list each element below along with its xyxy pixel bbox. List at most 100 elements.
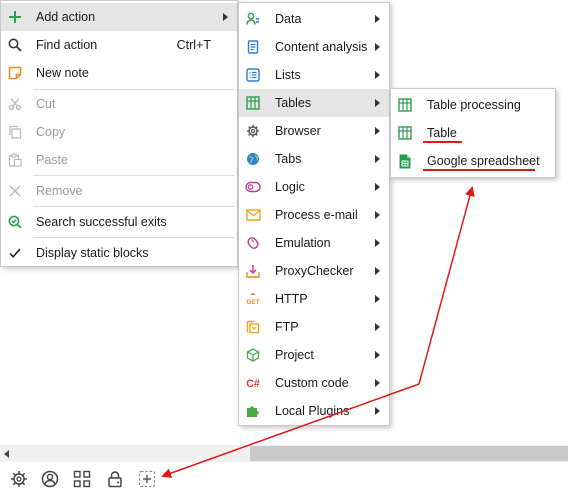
submenu-label: Content analysis xyxy=(275,40,368,54)
submenu-item-http[interactable]: GET HTTP xyxy=(239,285,389,313)
profile-button[interactable] xyxy=(40,470,60,490)
dashed-plus-icon xyxy=(138,470,156,491)
submenu-item-content-analysis[interactable]: Content analysis xyxy=(239,33,389,61)
new-note-item[interactable]: New note xyxy=(1,59,237,87)
chevron-right-icon xyxy=(375,295,380,303)
submenu-item-tabs[interactable]: Tabs xyxy=(239,145,389,173)
paste-label: Paste xyxy=(36,153,68,167)
submenu-item-project[interactable]: Project xyxy=(239,341,389,369)
cut-item[interactable]: Cut xyxy=(1,90,237,118)
find-action-label: Find action xyxy=(36,38,98,52)
logic-toggle-icon xyxy=(245,179,261,195)
remove-item[interactable]: Remove xyxy=(1,177,237,205)
submenu-label: Tabs xyxy=(275,152,302,166)
submenu-item-browser[interactable]: Browser xyxy=(239,117,389,145)
data-icon xyxy=(245,11,261,27)
submenu-item-proxychecker[interactable]: ProxyChecker xyxy=(239,257,389,285)
submenu-item-custom-code[interactable]: C# Custom code xyxy=(239,369,389,397)
plus-icon xyxy=(7,9,23,25)
search-icon xyxy=(7,37,23,53)
menu-separator xyxy=(33,237,234,238)
submenu-label: Local Plugins xyxy=(275,404,350,418)
add-action-label: Add action xyxy=(36,10,96,24)
submenu-item-lists[interactable]: Lists xyxy=(239,61,389,89)
submenu-label: Lists xyxy=(275,68,301,82)
proxy-download-icon xyxy=(245,263,261,279)
note-icon xyxy=(7,65,23,81)
remove-label: Remove xyxy=(36,184,83,198)
add-action-item[interactable]: Add action xyxy=(1,3,237,31)
new-note-label: New note xyxy=(36,66,89,80)
submenu-label: Browser xyxy=(275,124,321,138)
submenu-label: FTP xyxy=(275,320,299,334)
user-circle-icon xyxy=(41,470,59,491)
table-icon xyxy=(397,125,413,141)
context-menu: Add action Find action Ctrl+T New note C… xyxy=(0,0,238,267)
table-icon xyxy=(397,97,413,113)
copy-label: Copy xyxy=(36,125,66,139)
grid-icon xyxy=(73,470,91,491)
submenu-item-tables[interactable]: Tables xyxy=(239,89,389,117)
cube-icon xyxy=(245,347,261,363)
chevron-right-icon xyxy=(375,99,380,107)
find-action-item[interactable]: Find action Ctrl+T xyxy=(1,31,237,59)
annotation-arrow xyxy=(418,186,475,385)
submenu-label: Process e-mail xyxy=(275,208,358,222)
submenu-label: HTTP xyxy=(275,292,308,306)
submenu-label: Tables xyxy=(275,96,312,110)
ftp-icon xyxy=(245,319,261,335)
menu-separator xyxy=(33,175,234,176)
tables-item-label: Table processing xyxy=(427,98,521,112)
display-static-blocks-label: Display static blocks xyxy=(36,246,149,260)
search-successful-exits-item[interactable]: Search successful exits xyxy=(1,208,237,236)
submenu-item-data[interactable]: Data xyxy=(239,5,389,33)
scroll-left-arrow-icon[interactable] xyxy=(4,450,9,458)
chevron-right-icon xyxy=(375,351,380,359)
add-block-button[interactable] xyxy=(137,470,157,490)
lock-button[interactable] xyxy=(105,470,125,490)
submenu-item-local-plugins[interactable]: Local Plugins xyxy=(239,397,389,425)
apps-button[interactable] xyxy=(72,470,92,490)
paste-icon xyxy=(7,152,23,168)
puzzle-icon xyxy=(245,403,261,419)
submenu-item-emulation[interactable]: Emulation xyxy=(239,229,389,257)
google-spreadsheet-underline-annotation xyxy=(423,169,535,171)
chevron-right-icon xyxy=(375,127,380,135)
scrollbar-thumb[interactable] xyxy=(250,446,568,461)
lock-icon xyxy=(106,470,124,491)
cut-label: Cut xyxy=(36,97,56,111)
tables-item-label: Google spreadsheet xyxy=(427,154,540,168)
mouse-icon xyxy=(245,235,261,251)
tables-submenu: Table processing Table Google spreadshee… xyxy=(390,88,556,178)
add-action-submenu: Data Content analysis Lists Tables Brows… xyxy=(238,2,390,426)
chevron-right-icon xyxy=(375,211,380,219)
copy-icon xyxy=(7,124,23,140)
tables-item-table-processing[interactable]: Table processing xyxy=(391,91,555,119)
submenu-item-ftp[interactable]: FTP xyxy=(239,313,389,341)
search-check-icon xyxy=(7,214,23,230)
submenu-item-process-email[interactable]: Process e-mail xyxy=(239,201,389,229)
display-static-blocks-item[interactable]: Display static blocks xyxy=(1,239,237,267)
tables-item-table[interactable]: Table xyxy=(391,119,555,147)
copy-item[interactable]: Copy xyxy=(1,118,237,146)
email-icon xyxy=(245,207,261,223)
chevron-right-icon xyxy=(375,239,380,247)
table-underline-annotation xyxy=(423,141,462,143)
settings-button[interactable] xyxy=(9,470,29,490)
chevron-right-icon xyxy=(375,267,380,275)
chevron-right-icon xyxy=(223,13,228,21)
browser-gear-icon xyxy=(245,123,261,139)
paste-item[interactable]: Paste xyxy=(1,146,237,174)
submenu-label: Data xyxy=(275,12,302,26)
content-analysis-icon xyxy=(245,39,261,55)
submenu-label: Emulation xyxy=(275,236,331,250)
chevron-right-icon xyxy=(375,155,380,163)
submenu-item-logic[interactable]: Logic xyxy=(239,173,389,201)
submenu-label: Logic xyxy=(275,180,305,194)
gear-icon xyxy=(10,470,28,491)
submenu-label: Custom code xyxy=(275,376,349,390)
chevron-right-icon xyxy=(375,407,380,415)
chevron-right-icon xyxy=(375,15,380,23)
chevron-right-icon xyxy=(375,71,380,79)
table-icon xyxy=(245,95,261,111)
